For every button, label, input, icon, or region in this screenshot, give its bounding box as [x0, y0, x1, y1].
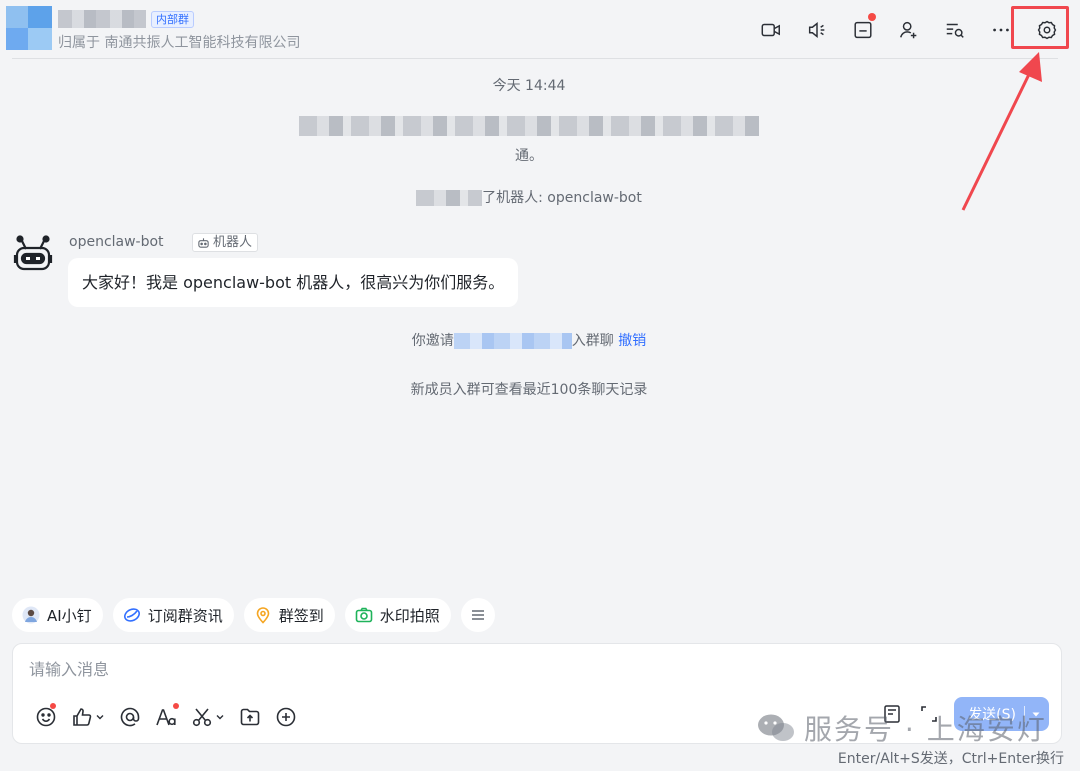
- subscribe-icon: [123, 608, 140, 622]
- notice-icon[interactable]: [842, 12, 884, 48]
- emoji-icon: [36, 707, 56, 727]
- quick-actions-bar: AI小钉 订阅群资讯 群签到 水印拍照: [12, 598, 495, 632]
- screenshot-button[interactable]: [191, 704, 225, 730]
- add-member-icon[interactable]: [888, 12, 930, 48]
- system-notice-redacted: [0, 116, 1058, 136]
- bot-tag-label: 机器人: [213, 235, 253, 250]
- wechat-logo-icon: [758, 714, 794, 741]
- text-format-button[interactable]: [155, 703, 179, 730]
- camera-icon: [355, 607, 373, 623]
- history-notice: 新成员入群可查看最近100条聊天记录: [410, 382, 648, 398]
- group-org-label: 归属于 南通共振人工智能科技有限公司: [58, 35, 301, 51]
- bot-message-bubble[interactable]: 大家好！我是 openclaw-bot 机器人，很高兴为你们服务。: [68, 258, 519, 307]
- bot-name[interactable]: openclaw-bot: [69, 234, 164, 250]
- voice-icon[interactable]: [796, 12, 838, 48]
- redacted-text: [299, 116, 759, 136]
- invite-notice: 你邀请 入群聊 撤销: [0, 330, 1058, 350]
- scissors-icon: [192, 708, 212, 727]
- like-button[interactable]: [71, 704, 105, 730]
- plus-circle-icon: [276, 707, 296, 727]
- chevron-down-icon: [96, 715, 104, 720]
- bot-tag: 机器人: [192, 233, 259, 252]
- group-avatar[interactable]: [6, 6, 52, 50]
- watermark-text: 服务号 · 上海安灯: [804, 713, 1047, 746]
- emoji-button[interactable]: [35, 703, 57, 730]
- settings-highlight-box: [1011, 6, 1069, 49]
- mention-button[interactable]: [119, 704, 141, 730]
- checkin-icon: [256, 607, 270, 624]
- revoke-link[interactable]: 撤销: [618, 333, 646, 349]
- video-call-icon[interactable]: [750, 12, 792, 48]
- message-input[interactable]: [29, 657, 729, 681]
- upload-file-button[interactable]: [239, 704, 261, 730]
- invite-prefix: 你邀请: [411, 333, 454, 349]
- robot-icon: [198, 238, 209, 248]
- quick-action-checkin[interactable]: 群签到: [243, 598, 335, 632]
- chevron-down-icon: [216, 715, 224, 720]
- internal-group-tag: 内部群: [151, 11, 194, 28]
- quick-action-subscribe[interactable]: 订阅群资讯: [112, 598, 234, 632]
- quick-actions-more-button[interactable]: [460, 598, 495, 632]
- bot-added-notice: 了机器人: openclaw-bot: [0, 187, 1058, 207]
- group-name-redacted[interactable]: [58, 10, 146, 28]
- quick-action-watermark-camera[interactable]: 水印拍照: [344, 598, 451, 632]
- invite-suffix: 入群聊: [571, 333, 614, 349]
- header-divider: [12, 58, 1058, 59]
- search-history-icon[interactable]: [934, 12, 976, 48]
- thumbs-up-icon: [73, 708, 92, 726]
- redacted-invitee: [453, 333, 572, 349]
- quick-action-ai[interactable]: AI小钉: [12, 598, 103, 632]
- more-tools-button[interactable]: [275, 704, 297, 730]
- ai-avatar-icon: [22, 606, 40, 624]
- folder-upload-icon: [240, 708, 260, 726]
- bot-added-text: 了机器人: openclaw-bot: [482, 190, 642, 206]
- message-time: 今天 14:44: [492, 78, 566, 94]
- system-notice-tail: 通。: [515, 148, 543, 164]
- send-shortcut-hint: Enter/Alt+S发送，Ctrl+Enter换行: [837, 751, 1064, 767]
- font-icon: [156, 709, 176, 726]
- at-icon: [120, 707, 140, 727]
- menu-icon: [471, 610, 484, 620]
- chat-header: 内部群 归属于 南通共振人工智能科技有限公司: [0, 0, 1080, 60]
- wechat-watermark: 服务号 · 上海安灯: [756, 708, 1047, 748]
- composer-toolbar: [35, 703, 297, 730]
- redacted-user: [416, 190, 483, 206]
- bot-avatar[interactable]: [12, 233, 54, 275]
